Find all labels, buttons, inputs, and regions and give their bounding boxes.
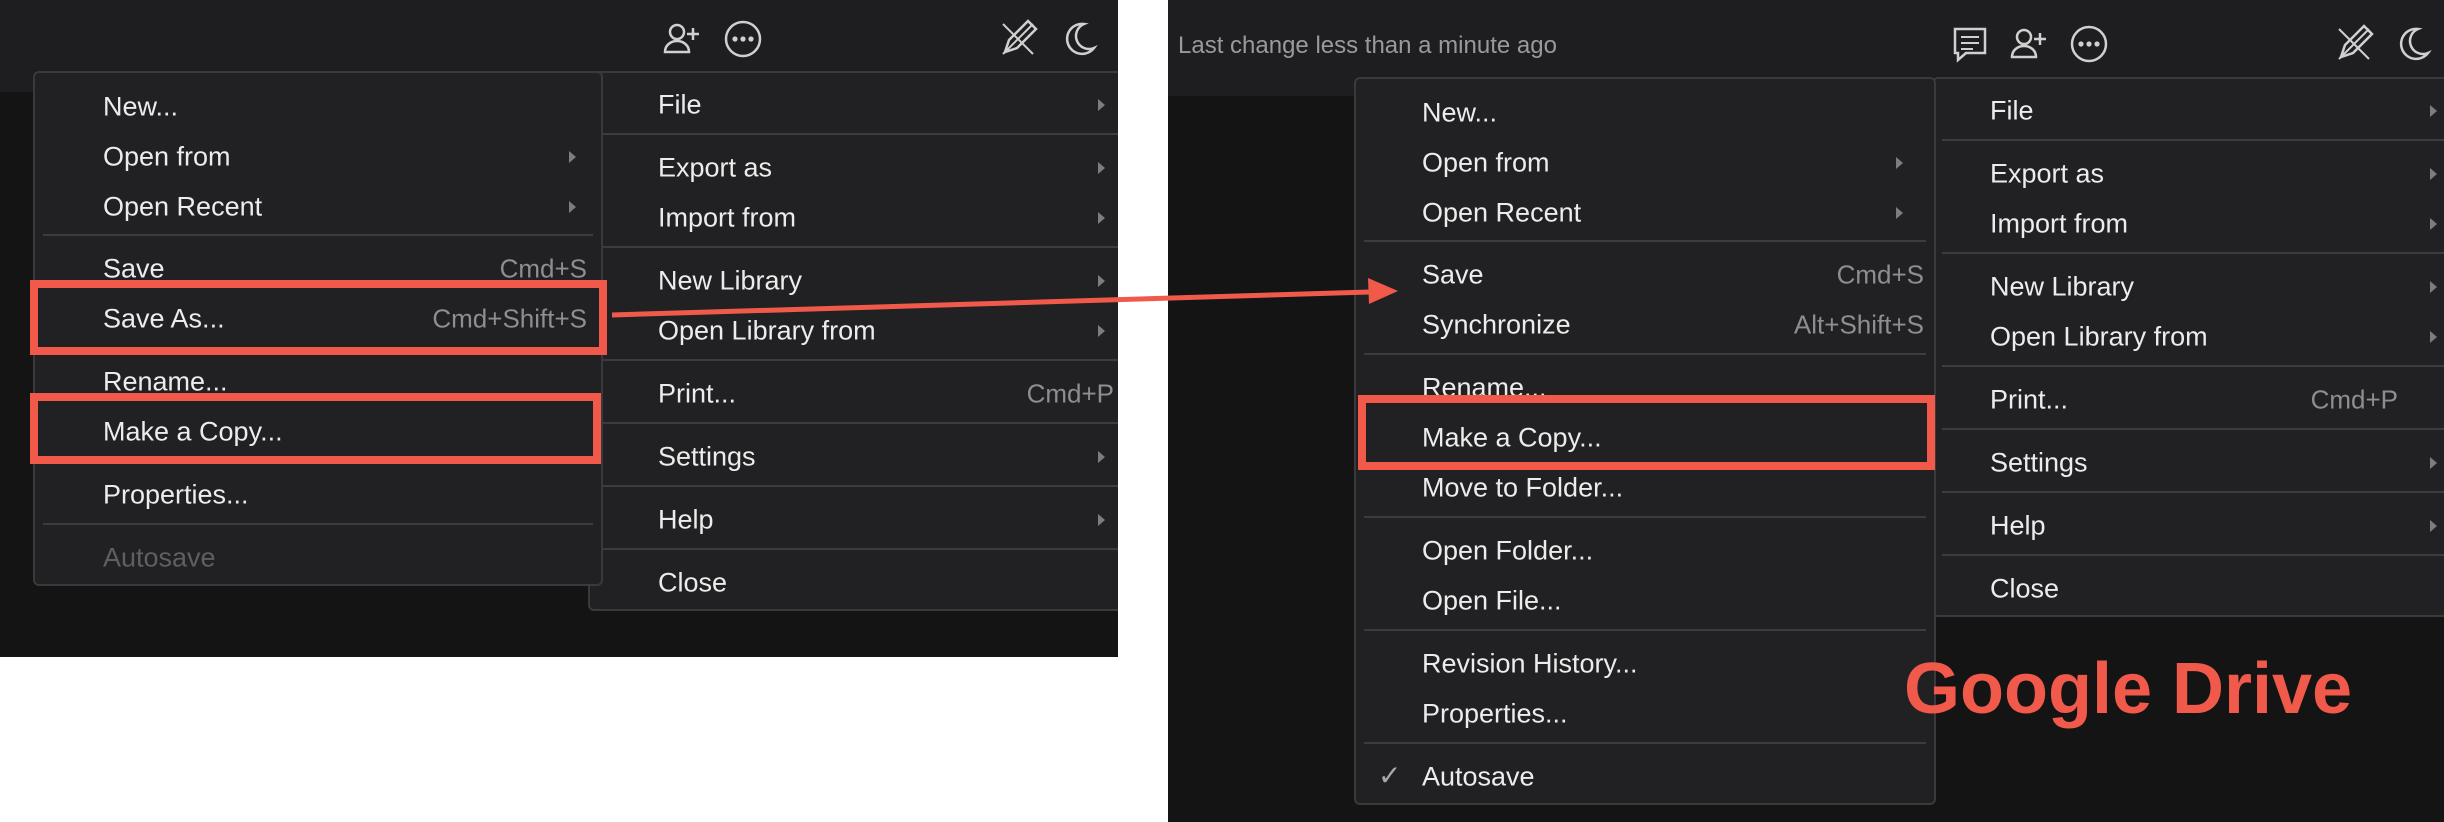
google-drive-annotation: Google Drive bbox=[1904, 649, 2353, 729]
